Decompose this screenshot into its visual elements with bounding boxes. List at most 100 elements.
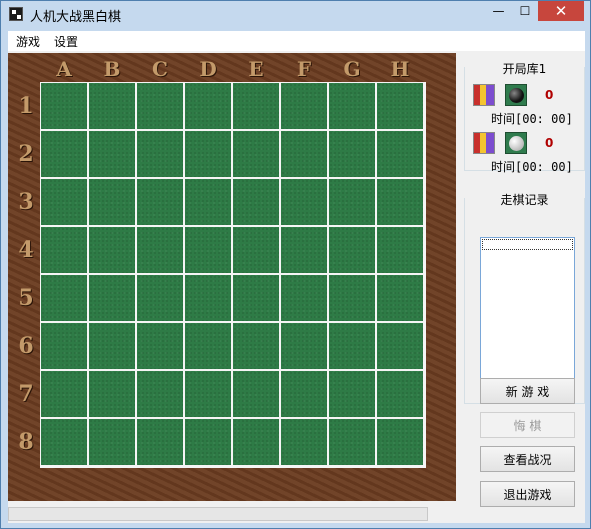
board-cell-a2[interactable] bbox=[41, 131, 87, 177]
board-cell-g3[interactable] bbox=[329, 179, 375, 225]
minimize-button[interactable]: — bbox=[485, 1, 512, 21]
opening-group-title: 开局库1 bbox=[465, 60, 584, 77]
board-cell-d1[interactable] bbox=[185, 83, 231, 129]
board-cell-c7[interactable] bbox=[137, 371, 183, 417]
black-player-icon bbox=[473, 84, 495, 106]
board-cell-f1[interactable] bbox=[281, 83, 327, 129]
board-cell-a8[interactable] bbox=[41, 419, 87, 465]
column-label-f: F bbox=[296, 57, 312, 81]
board-cell-c2[interactable] bbox=[137, 131, 183, 177]
board-cell-e4[interactable] bbox=[233, 227, 279, 273]
column-label-d: D bbox=[199, 57, 217, 81]
board-cell-e6[interactable] bbox=[233, 323, 279, 369]
board-cell-h5[interactable] bbox=[377, 275, 423, 321]
board-cell-a7[interactable] bbox=[41, 371, 87, 417]
column-label-a: A bbox=[56, 57, 72, 81]
board-cell-d6[interactable] bbox=[185, 323, 231, 369]
board-cell-c1[interactable] bbox=[137, 83, 183, 129]
progress-bar bbox=[8, 507, 428, 521]
board-cell-f8[interactable] bbox=[281, 419, 327, 465]
row-label-4: 4 bbox=[18, 237, 34, 263]
board-cell-a1[interactable] bbox=[41, 83, 87, 129]
board-cell-d5[interactable] bbox=[185, 275, 231, 321]
board-cell-e7[interactable] bbox=[233, 371, 279, 417]
board-cell-g1[interactable] bbox=[329, 83, 375, 129]
view-status-button[interactable]: 查看战况 bbox=[480, 446, 575, 472]
board-cell-e8[interactable] bbox=[233, 419, 279, 465]
board-cell-e5[interactable] bbox=[233, 275, 279, 321]
board-cell-f3[interactable] bbox=[281, 179, 327, 225]
board-cell-g4[interactable] bbox=[329, 227, 375, 273]
board-cell-g2[interactable] bbox=[329, 131, 375, 177]
white-stone-icon bbox=[508, 135, 524, 151]
board-cell-h6[interactable] bbox=[377, 323, 423, 369]
title-bar[interactable]: 人机大战黑白棋 — ☐ ✕ bbox=[1, 1, 590, 28]
move-record-title: 走棋记录 bbox=[465, 191, 584, 208]
board-cell-d2[interactable] bbox=[185, 131, 231, 177]
move-record-list[interactable] bbox=[480, 237, 575, 391]
row-label-8: 8 bbox=[18, 429, 34, 455]
close-button[interactable]: ✕ bbox=[538, 1, 584, 21]
new-game-button[interactable]: 新 游 戏 bbox=[480, 378, 575, 404]
board-cell-b4[interactable] bbox=[89, 227, 135, 273]
board-cell-h1[interactable] bbox=[377, 83, 423, 129]
board-frame: A B C D E F G H 1 2 3 4 5 6 7 8 bbox=[8, 53, 456, 501]
board-cell-e1[interactable] bbox=[233, 83, 279, 129]
board-cell-c4[interactable] bbox=[137, 227, 183, 273]
board-cell-d3[interactable] bbox=[185, 179, 231, 225]
board-cell-b3[interactable] bbox=[89, 179, 135, 225]
board-cell-a4[interactable] bbox=[41, 227, 87, 273]
maximize-button[interactable]: ☐ bbox=[512, 1, 538, 21]
white-stone-indicator bbox=[505, 132, 527, 154]
column-label-e: E bbox=[248, 57, 264, 81]
exit-game-button[interactable]: 退出游戏 bbox=[480, 481, 575, 507]
board-cell-h2[interactable] bbox=[377, 131, 423, 177]
board-cell-a3[interactable] bbox=[41, 179, 87, 225]
board-cell-f7[interactable] bbox=[281, 371, 327, 417]
black-stone-icon bbox=[508, 87, 524, 103]
board-cell-c6[interactable] bbox=[137, 323, 183, 369]
board-cell-g8[interactable] bbox=[329, 419, 375, 465]
board-cell-c5[interactable] bbox=[137, 275, 183, 321]
board-cell-b5[interactable] bbox=[89, 275, 135, 321]
row-label-1: 1 bbox=[18, 93, 34, 119]
board-cell-b8[interactable] bbox=[89, 419, 135, 465]
white-count: 0 bbox=[545, 136, 554, 150]
board-cell-c8[interactable] bbox=[137, 419, 183, 465]
board-cell-b1[interactable] bbox=[89, 83, 135, 129]
record-focus-row[interactable] bbox=[482, 239, 573, 250]
board-cell-h7[interactable] bbox=[377, 371, 423, 417]
status-bar bbox=[8, 507, 585, 521]
board-cell-e2[interactable] bbox=[233, 131, 279, 177]
board-cell-h3[interactable] bbox=[377, 179, 423, 225]
board-cell-a6[interactable] bbox=[41, 323, 87, 369]
board-cell-d7[interactable] bbox=[185, 371, 231, 417]
undo-button[interactable]: 悔 棋 bbox=[480, 412, 575, 438]
column-label-c: C bbox=[152, 57, 168, 81]
board-cell-e3[interactable] bbox=[233, 179, 279, 225]
board-cell-f5[interactable] bbox=[281, 275, 327, 321]
board-cell-b6[interactable] bbox=[89, 323, 135, 369]
black-stone-indicator bbox=[505, 84, 527, 106]
board-cell-g6[interactable] bbox=[329, 323, 375, 369]
board-cell-b7[interactable] bbox=[89, 371, 135, 417]
board-cell-g5[interactable] bbox=[329, 275, 375, 321]
white-timer: 时间[00: 00] bbox=[491, 160, 573, 174]
app-icon[interactable] bbox=[9, 7, 23, 21]
menu-settings[interactable]: 设置 bbox=[54, 33, 78, 50]
board-cell-b2[interactable] bbox=[89, 131, 135, 177]
board-cell-f2[interactable] bbox=[281, 131, 327, 177]
board-cell-d4[interactable] bbox=[185, 227, 231, 273]
board-cell-c3[interactable] bbox=[137, 179, 183, 225]
board-cell-h4[interactable] bbox=[377, 227, 423, 273]
board-cell-f6[interactable] bbox=[281, 323, 327, 369]
board-cell-h8[interactable] bbox=[377, 419, 423, 465]
row-label-5: 5 bbox=[18, 285, 34, 311]
board-cell-a5[interactable] bbox=[41, 275, 87, 321]
board-cell-g7[interactable] bbox=[329, 371, 375, 417]
menu-bar: 游戏 设置 bbox=[8, 31, 585, 51]
row-label-2: 2 bbox=[18, 141, 34, 167]
board-cell-f4[interactable] bbox=[281, 227, 327, 273]
menu-game[interactable]: 游戏 bbox=[16, 33, 40, 50]
board-cell-d8[interactable] bbox=[185, 419, 231, 465]
